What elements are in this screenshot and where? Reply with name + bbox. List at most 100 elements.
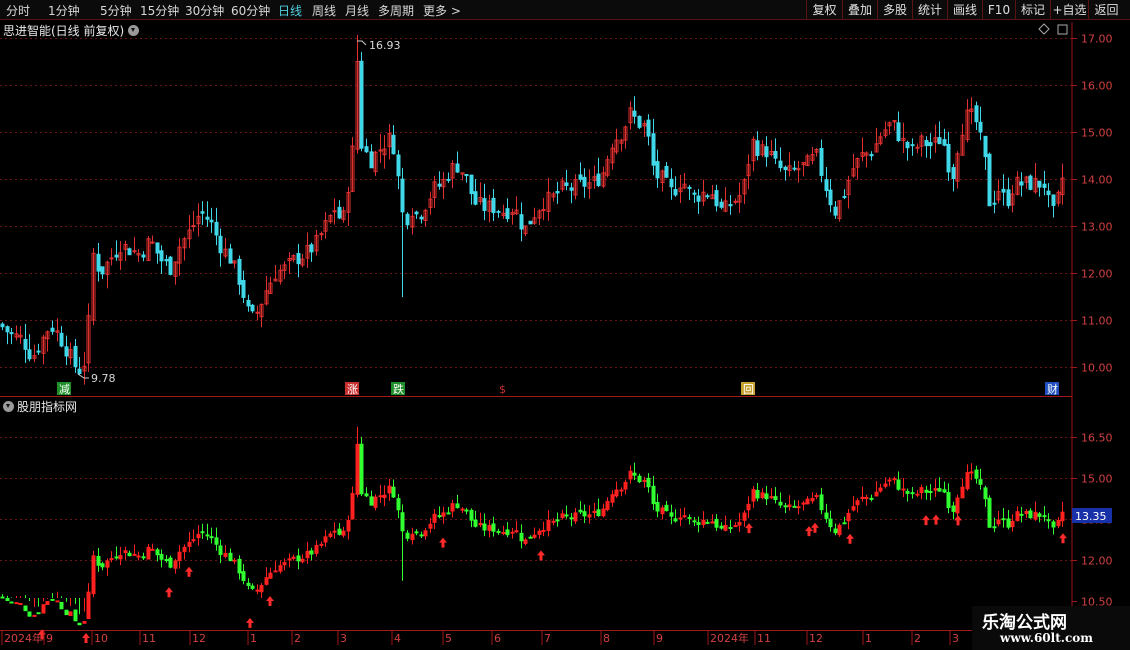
- candle-body: [496, 210, 501, 213]
- candle-body: [905, 141, 910, 149]
- candle-body: [0, 323, 5, 328]
- indicator-body: [1037, 513, 1042, 517]
- event-reduce[interactable]: 减: [57, 382, 71, 396]
- candle-body: [796, 168, 801, 171]
- candle-body: [364, 146, 369, 153]
- candle-body: [23, 338, 28, 350]
- y-tick-label: 16.00: [1081, 80, 1113, 93]
- candle-body: [1042, 183, 1047, 188]
- candle-body: [378, 149, 383, 152]
- candle-body: [473, 191, 478, 205]
- indicator-body: [45, 601, 50, 605]
- x-tick-label: 10: [94, 632, 108, 645]
- svg-text:$: $: [499, 383, 506, 396]
- candle-body: [528, 220, 533, 225]
- indicator-body: [933, 488, 938, 491]
- indicator-body: [523, 539, 528, 544]
- indicator-body: [628, 470, 633, 480]
- indicator-body: [460, 508, 465, 511]
- indicator-body: [14, 602, 19, 605]
- chevron-down-icon[interactable]: [128, 25, 140, 36]
- x-tick-label: 2024年: [4, 631, 43, 645]
- indicator-body: [478, 522, 483, 526]
- indicator-body: [642, 479, 647, 482]
- x-tick-label: 11: [142, 632, 156, 645]
- candle-body: [1037, 180, 1042, 188]
- candle-body: [978, 121, 983, 133]
- event-buyback[interactable]: 回: [741, 382, 755, 396]
- candle-body: [109, 257, 114, 260]
- indicator-body: [214, 537, 219, 545]
- indicator-body: [869, 497, 874, 500]
- indicator-body: [614, 489, 619, 497]
- candle-body: [200, 211, 205, 214]
- indicator-body: [378, 495, 383, 498]
- indicator-body: [64, 609, 69, 616]
- candle-body: [833, 206, 838, 216]
- candle-body: [987, 153, 992, 207]
- indicator-body: [337, 528, 342, 535]
- candle-body: [519, 214, 524, 230]
- chevron-down-icon[interactable]: [3, 401, 14, 412]
- event-dividend[interactable]: $: [499, 383, 506, 396]
- candle-body: [419, 216, 424, 220]
- indicator-body: [182, 546, 187, 553]
- svg-text:减: 减: [59, 383, 70, 396]
- candle-body: [705, 195, 710, 198]
- indicator-body: [687, 517, 692, 520]
- indicator-body: [168, 557, 173, 568]
- indicator-body: [291, 556, 296, 559]
- indicator-body: [728, 526, 733, 529]
- indicator-body: [50, 598, 55, 601]
- indicator-body: [528, 536, 533, 539]
- indicator-body: [127, 552, 132, 557]
- indicator-body: [937, 488, 942, 492]
- indicator-body: [437, 515, 442, 518]
- indicator-body: [155, 549, 160, 556]
- square-icon[interactable]: [1057, 24, 1068, 35]
- candle-body: [482, 198, 487, 211]
- candle-body: [127, 248, 132, 256]
- event-financial-report[interactable]: 财: [1045, 382, 1059, 396]
- diamond-icon[interactable]: [1038, 23, 1050, 35]
- indicator-body: [341, 530, 346, 536]
- indicator-panel-title: 股朋指标网: [3, 398, 77, 415]
- indicator-body: [450, 503, 455, 512]
- y-tick-label: 15.00: [1081, 127, 1113, 140]
- indicator-body: [778, 501, 783, 506]
- candle-body: [9, 332, 14, 335]
- y-tick-label: 10.00: [1081, 362, 1113, 375]
- indicator-gridlines: [0, 437, 1072, 561]
- candle-body: [928, 142, 933, 147]
- candle-body: [369, 151, 374, 169]
- indicator-body: [350, 492, 355, 520]
- indicator-body: [300, 558, 305, 563]
- indicator-body: [582, 511, 587, 517]
- indicator-body: [705, 521, 710, 524]
- indicator-body: [482, 523, 487, 531]
- candle-body: [132, 250, 137, 253]
- x-tick-label: 8: [603, 632, 610, 645]
- stock-chart-window: { "toolbar": { "timeframes": ["分时","1分钟"…: [0, 0, 1130, 650]
- candle-body: [96, 253, 101, 272]
- x-tick-label: 12: [809, 632, 823, 645]
- indicator-body: [259, 585, 264, 593]
- indicator-body: [501, 532, 506, 535]
- candle-body: [1046, 190, 1051, 196]
- indicator-body: [532, 534, 537, 538]
- indicator-body: [309, 550, 314, 555]
- indicator-body: [136, 555, 141, 558]
- indicator-body: [387, 485, 392, 494]
- indicator-body: [719, 525, 724, 529]
- chart-canvas[interactable]: 17.00 16.00 15.00 14.00 13.00 12.00 11.00 10.00…: [0, 0, 1130, 650]
- indicator-body: [978, 479, 983, 485]
- indicator-body: [678, 517, 683, 520]
- event-limit-down[interactable]: 跌: [391, 382, 405, 396]
- indicator-body: [755, 489, 760, 499]
- event-limit-up[interactable]: 涨: [345, 382, 359, 396]
- indicator-body: [428, 523, 433, 529]
- candle-body: [792, 167, 797, 170]
- current-value-tag: 13.35: [1072, 508, 1112, 523]
- indicator-body: [787, 504, 792, 508]
- x-tick-label: 11: [757, 632, 771, 645]
